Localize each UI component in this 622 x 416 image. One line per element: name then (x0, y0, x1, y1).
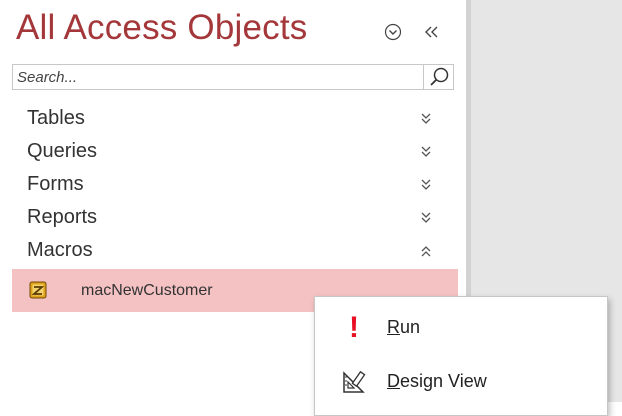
search-icon (429, 67, 448, 86)
run-icon: ! (349, 311, 359, 344)
group-reports[interactable]: Reports (12, 202, 454, 235)
double-chevron-left-icon (425, 26, 438, 38)
menu-item-run[interactable]: ! Run (315, 303, 607, 353)
double-chevron-up-icon (421, 246, 431, 257)
pane-menu-button[interactable] (384, 23, 402, 41)
group-forms[interactable]: Forms (12, 169, 454, 202)
macro-icon (29, 281, 47, 299)
search-box (12, 64, 454, 90)
chevron-circle-down-icon (384, 23, 402, 41)
double-chevron-down-icon (421, 179, 431, 190)
group-queries[interactable]: Queries (12, 136, 454, 169)
design-view-icon (341, 369, 367, 395)
double-chevron-down-icon (421, 212, 431, 223)
group-macros[interactable]: Macros (12, 235, 454, 268)
search-button[interactable] (423, 65, 453, 89)
group-label: Macros (27, 239, 93, 261)
menu-item-design-view[interactable]: Design View (315, 357, 607, 407)
menu-item-label: Design View (387, 371, 487, 391)
group-label: Forms (27, 173, 84, 195)
search-input[interactable] (13, 65, 427, 89)
double-chevron-down-icon (421, 113, 431, 124)
group-label: Reports (27, 206, 98, 228)
pane-title[interactable]: All Access Objects (16, 8, 307, 48)
group-tables[interactable]: Tables (12, 103, 454, 136)
collapse-pane-button[interactable] (422, 22, 442, 42)
double-chevron-down-icon (421, 146, 431, 157)
context-menu: ! Run Design View (314, 296, 608, 416)
object-groups: Tables Queries Forms Reports Macros (12, 103, 454, 268)
group-label: Queries (27, 140, 98, 162)
group-label: Tables (27, 107, 85, 129)
object-label: macNewCustomer (81, 282, 213, 299)
menu-item-label: Run (387, 317, 421, 337)
